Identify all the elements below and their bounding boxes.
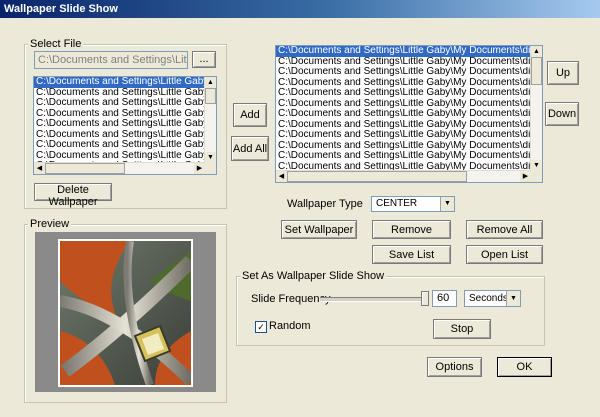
list-item[interactable]: C:\Documents and Settings\Little Gaby\My… [276, 57, 531, 68]
frequency-unit-select[interactable]: Seconds ▼ [464, 290, 521, 307]
scroll-up-arrow-icon[interactable]: ▲ [531, 46, 542, 57]
list-item[interactable]: C:\Documents and Settings\Little Gaby\My… [276, 67, 531, 78]
list-item[interactable]: C:\Documents and Settings\Little Gaby\My… [276, 109, 531, 120]
list-item[interactable]: C:\Documents and Settings\Little Gaby\My… [34, 77, 205, 88]
list-item[interactable]: C:\Documents and Settings\Little Gaby\My… [34, 140, 205, 151]
scroll-corner [531, 171, 542, 182]
down-button[interactable]: Down [545, 102, 579, 126]
ok-button[interactable]: OK [497, 357, 552, 377]
list-item[interactable]: C:\Documents and Settings\Little Gaby\My… [276, 151, 531, 162]
random-checkbox[interactable]: ✓ [255, 321, 267, 333]
playlist[interactable]: C:\Documents and Settings\Little Gaby\My… [275, 45, 543, 183]
scroll-down-arrow-icon[interactable]: ▼ [205, 152, 216, 163]
playlist-hscroll[interactable]: ◀ ▶ [276, 170, 531, 182]
scroll-thumb[interactable] [531, 57, 542, 85]
frequency-input[interactable]: 60 [432, 290, 457, 307]
add-button[interactable]: Add [233, 103, 267, 127]
list-item[interactable]: C:\Documents and Settings\Little Gaby\My… [276, 46, 531, 57]
add-all-button[interactable]: Add All [231, 136, 269, 161]
scroll-thumb[interactable] [287, 171, 467, 182]
file-list-items: C:\Documents and Settings\Little Gaby\My… [34, 77, 205, 163]
scroll-left-arrow-icon[interactable]: ◀ [276, 171, 287, 182]
list-item[interactable]: C:\Documents and Settings\Little Gaby\My… [276, 130, 531, 141]
list-item[interactable]: C:\Documents and Settings\Little Gaby\My… [34, 151, 205, 162]
list-item[interactable]: C:\Documents and Settings\Little Gaby\My… [276, 141, 531, 152]
browse-button[interactable]: ... [192, 51, 216, 68]
wallpaper-type-select[interactable]: CENTER ▼ [371, 196, 455, 212]
remove-all-button[interactable]: Remove All [466, 220, 543, 239]
wallpaper-slideshow-window: Wallpaper Slide Show Select File C:\Docu… [0, 0, 600, 417]
playlist-items: C:\Documents and Settings\Little Gaby\My… [276, 46, 531, 171]
scroll-left-arrow-icon[interactable]: ◀ [34, 163, 45, 174]
file-list[interactable]: C:\Documents and Settings\Little Gaby\My… [33, 76, 217, 175]
list-item[interactable]: C:\Documents and Settings\Little Gaby\My… [276, 120, 531, 131]
scroll-thumb[interactable] [45, 163, 125, 174]
slide-frequency-label: Slide Frequency [251, 293, 331, 305]
file-list-vscroll[interactable]: ▲ ▼ [204, 77, 216, 163]
set-wallpaper-button[interactable]: Set Wallpaper [281, 220, 357, 239]
list-item[interactable]: C:\Documents and Settings\Little Gaby\My… [276, 88, 531, 99]
chevron-down-icon[interactable]: ▼ [506, 291, 520, 306]
wallpaper-type-label: Wallpaper Type [287, 198, 363, 210]
list-item[interactable]: C:\Documents and Settings\Little Gaby\My… [34, 88, 205, 99]
delete-wallpaper-button[interactable]: Delete Wallpaper [34, 183, 112, 208]
options-button[interactable]: Options [427, 357, 482, 377]
wallpaper-preview-image [58, 239, 193, 387]
slideshow-group [236, 276, 545, 346]
list-item[interactable]: C:\Documents and Settings\Little Gaby\My… [34, 109, 205, 120]
window-title: Wallpaper Slide Show [4, 3, 118, 15]
frequency-slider-handle[interactable] [421, 291, 429, 306]
scroll-corner [205, 163, 216, 174]
file-list-hscroll[interactable]: ◀ ▶ [34, 162, 205, 174]
up-button[interactable]: Up [547, 61, 579, 85]
frequency-unit-value: Seconds [469, 293, 508, 304]
wallpaper-type-value: CENTER [376, 198, 418, 209]
stop-button[interactable]: Stop [433, 319, 491, 339]
scroll-down-arrow-icon[interactable]: ▼ [531, 160, 542, 171]
file-path-field[interactable]: C:\Documents and Settings\Little Gab [34, 51, 188, 69]
open-list-button[interactable]: Open List [466, 245, 543, 264]
scroll-right-arrow-icon[interactable]: ▶ [194, 163, 205, 174]
title-bar: Wallpaper Slide Show [0, 0, 600, 18]
scroll-right-arrow-icon[interactable]: ▶ [520, 171, 531, 182]
chevron-down-icon[interactable]: ▼ [440, 197, 454, 211]
preview-frame [35, 232, 216, 392]
list-item[interactable]: C:\Documents and Settings\Little Gaby\My… [34, 119, 205, 130]
random-label: Random [269, 320, 311, 332]
list-item[interactable]: C:\Documents and Settings\Little Gaby\My… [34, 130, 205, 141]
remove-button[interactable]: Remove [372, 220, 451, 239]
save-list-button[interactable]: Save List [372, 245, 451, 264]
frequency-slider-track[interactable] [320, 297, 426, 302]
list-item[interactable]: C:\Documents and Settings\Little Gaby\My… [34, 98, 205, 109]
playlist-vscroll[interactable]: ▲ ▼ [530, 46, 542, 171]
scroll-up-arrow-icon[interactable]: ▲ [205, 77, 216, 88]
list-item[interactable]: C:\Documents and Settings\Little Gaby\My… [276, 78, 531, 89]
list-item[interactable]: C:\Documents and Settings\Little Gaby\My… [276, 99, 531, 110]
slideshow-label: Set As Wallpaper Slide Show [240, 270, 387, 282]
scroll-thumb[interactable] [205, 88, 216, 104]
select-file-label: Select File [28, 38, 84, 50]
preview-label: Preview [28, 218, 72, 230]
